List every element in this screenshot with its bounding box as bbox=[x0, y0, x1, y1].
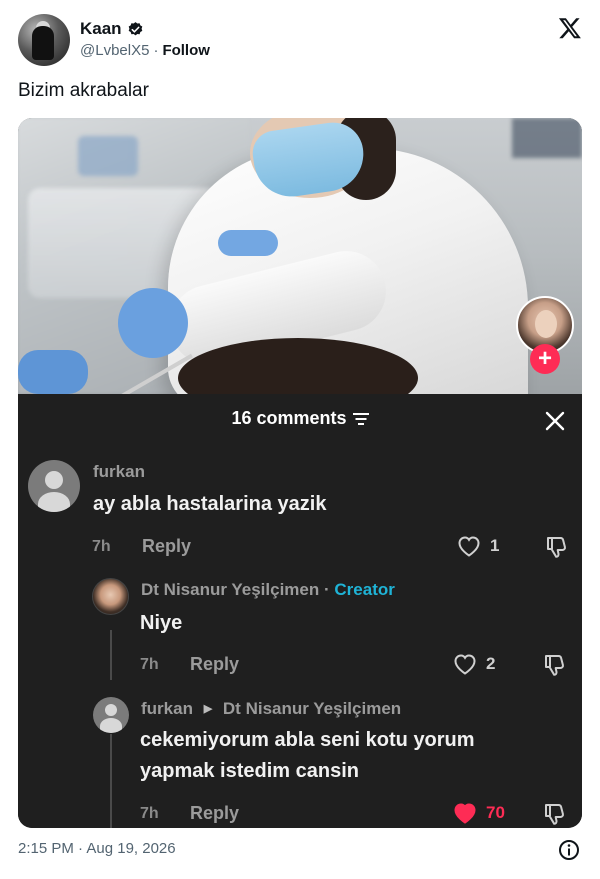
creator-badge: Creator bbox=[334, 580, 395, 599]
author-handle[interactable]: @LvbelX5 bbox=[80, 42, 149, 59]
handle-separator: · bbox=[153, 42, 159, 59]
follow-plus-button[interactable]: + bbox=[530, 344, 560, 374]
verified-badge-icon bbox=[128, 21, 142, 35]
info-icon[interactable] bbox=[558, 839, 580, 861]
reply-arrow-icon: ▶ bbox=[203, 703, 213, 715]
comment-text: ay abla hastalarina yazik bbox=[93, 493, 327, 515]
comment-text-line-1: cekemiyorum abla seni kotu yorum bbox=[140, 729, 475, 751]
video-frame[interactable]: + bbox=[18, 118, 582, 394]
dislike-icon[interactable] bbox=[544, 534, 570, 560]
heart-outline-icon bbox=[454, 654, 476, 675]
tweet-header: Kaan @LvbelX5 · Follow bbox=[18, 14, 584, 66]
sort-filter-icon[interactable] bbox=[352, 412, 369, 426]
like-count: 70 bbox=[486, 803, 505, 822]
reply-button[interactable]: Reply bbox=[190, 654, 239, 675]
author-name-row[interactable]: Kaan bbox=[80, 19, 144, 39]
like-button[interactable]: 1 bbox=[456, 534, 499, 558]
comment-text: Niye bbox=[140, 612, 183, 634]
like-button[interactable]: 2 bbox=[452, 652, 495, 676]
comments-header: 16 comments bbox=[18, 408, 582, 438]
comment-username-row: furkan ▶ Dt Nisanur Yeşilçimen bbox=[141, 699, 401, 719]
comment-time: 7h bbox=[140, 805, 159, 822]
heart-outline-icon bbox=[458, 536, 480, 557]
tweet-text: Bizim akrabalar bbox=[18, 80, 149, 101]
author-handle-row: @LvbelX5 · Follow bbox=[80, 42, 210, 59]
like-count: 2 bbox=[486, 654, 496, 673]
comment-text-line-2: yapmak istedim cansin bbox=[140, 760, 359, 782]
close-icon[interactable] bbox=[544, 410, 566, 432]
like-button[interactable]: 70 bbox=[452, 801, 505, 825]
creator-comment-avatar[interactable] bbox=[92, 578, 129, 615]
tweet-media[interactable]: + 16 comments furkan ay abla hastalarina… bbox=[18, 118, 582, 828]
like-count: 1 bbox=[490, 536, 500, 555]
comment-time: 7h bbox=[92, 538, 111, 555]
author-avatar[interactable] bbox=[18, 14, 70, 66]
comment-username-row: Dt Nisanur Yeşilçimen · Creator bbox=[141, 580, 395, 600]
comment-username[interactable]: furkan bbox=[141, 699, 193, 718]
comment-username[interactable]: Dt Nisanur Yeşilçimen bbox=[141, 580, 319, 599]
username-separator: · bbox=[324, 580, 330, 599]
heart-filled-icon bbox=[454, 803, 476, 824]
tweet-timestamp[interactable]: 2:15 PM · Aug 19, 2026 bbox=[18, 840, 176, 857]
author-name[interactable]: Kaan bbox=[80, 19, 122, 39]
reply-button[interactable]: Reply bbox=[142, 536, 191, 557]
comment-time: 7h bbox=[140, 656, 159, 673]
x-logo-icon[interactable] bbox=[558, 16, 582, 40]
reply-to-username[interactable]: Dt Nisanur Yeşilçimen bbox=[223, 699, 401, 718]
dislike-icon[interactable] bbox=[542, 652, 568, 678]
comment-username[interactable]: furkan bbox=[93, 462, 145, 482]
reply-button[interactable]: Reply bbox=[190, 803, 239, 824]
comments-count-title: 16 comments bbox=[231, 408, 347, 428]
follow-button[interactable]: Follow bbox=[162, 42, 210, 59]
comments-panel: 16 comments furkan ay abla hastalarina y… bbox=[18, 394, 582, 828]
commenter-avatar[interactable] bbox=[93, 697, 129, 733]
dislike-icon[interactable] bbox=[542, 801, 568, 827]
commenter-avatar[interactable] bbox=[28, 460, 80, 512]
